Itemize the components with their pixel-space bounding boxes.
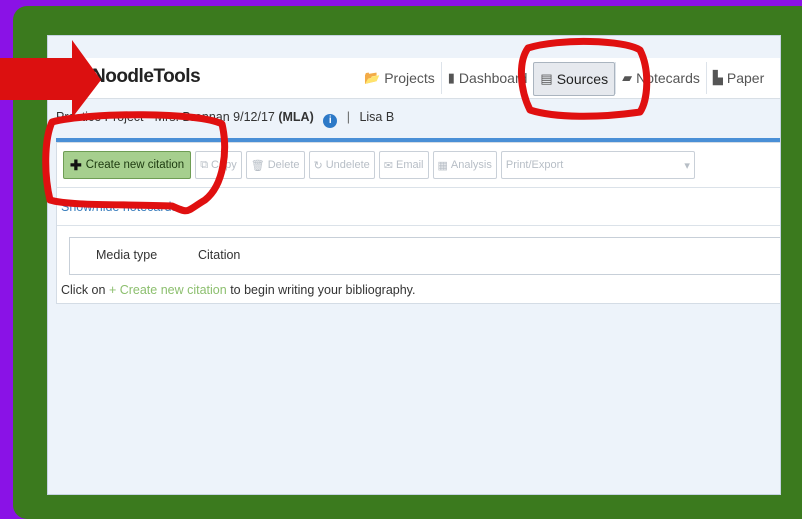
trash-icon: 🗑: [250, 159, 265, 172]
folder-icon: 📂: [364, 70, 381, 85]
hint-after: to begin writing your bibliography.: [226, 283, 416, 297]
delete-button[interactable]: 🗑 Delete: [245, 151, 305, 179]
nav-projects[interactable]: 📂 Projects: [358, 62, 441, 94]
nav-projects-label: Projects: [384, 70, 435, 86]
undo-icon: ↻: [313, 159, 323, 172]
nav-notecards-label: Notecards: [636, 70, 700, 86]
top-navigation-bar: NoodleTools 📂 Projects ▮ Dashboard ▤ Sou…: [48, 58, 780, 99]
nav-sources[interactable]: ▤ Sources: [533, 62, 616, 96]
print-export-label: Print/Export: [505, 159, 564, 171]
user-name: Lisa B: [359, 110, 395, 124]
envelope-icon: ✉: [383, 159, 393, 172]
main-nav: 📂 Projects ▮ Dashboard ▤ Sources ▰ Notec…: [358, 62, 770, 96]
notecards-icon: ▰: [622, 70, 633, 85]
nav-paper[interactable]: ▙ Paper: [705, 62, 770, 94]
citation-toolbar: ✚ Create new citation ⧉ Copy 🗑 Delete ↻ …: [63, 151, 695, 179]
noodletools-logo: NoodleTools: [92, 66, 201, 87]
delete-label: Delete: [267, 159, 300, 171]
project-header: Practice Project - Mrs. Brennan 9/12/17 …: [56, 110, 394, 128]
print-export-dropdown[interactable]: Print/Export ▾: [500, 151, 695, 179]
email-label: Email: [395, 159, 424, 171]
separator: |: [346, 110, 350, 124]
bar-chart-icon: ▮: [447, 70, 455, 85]
nav-dashboard[interactable]: ▮ Dashboard: [440, 62, 534, 94]
create-citation-label: Create new citation: [85, 159, 185, 171]
chart-icon: ▦: [437, 159, 448, 172]
show-hide-notecards-link[interactable]: Show/hide notecards: [61, 200, 178, 214]
empty-state-hint: Click on + Create new citation to begin …: [61, 283, 415, 297]
nav-dashboard-label: Dashboard: [458, 70, 528, 86]
undelete-label: Undelete: [325, 159, 370, 171]
citation-style: (MLA): [278, 110, 314, 124]
copy-icon: ⧉: [200, 158, 209, 171]
hint-before: Click on: [61, 283, 109, 297]
citation-table-header: Media type Citation: [69, 237, 780, 275]
hint-create-link[interactable]: + Create new citation: [109, 283, 227, 297]
sources-panel: ✚ Create new citation ⧉ Copy 🗑 Delete ↻ …: [56, 142, 780, 304]
plus-icon: ✚: [70, 156, 82, 173]
list-icon: ▤: [540, 71, 553, 86]
analysis-label: Analysis: [450, 159, 492, 171]
email-button[interactable]: ✉ Email: [378, 151, 429, 179]
project-title[interactable]: Practice Project - Mrs. Brennan 9/12/17: [56, 110, 275, 124]
info-icon[interactable]: i: [323, 114, 338, 128]
undelete-button[interactable]: ↻ Undelete: [308, 151, 375, 179]
column-citation[interactable]: Citation: [198, 248, 240, 262]
nav-paper-label: Paper: [726, 70, 765, 86]
nav-notecards[interactable]: ▰ Notecards: [615, 62, 706, 94]
create-new-citation-button[interactable]: ✚ Create new citation: [63, 151, 192, 179]
divider: [57, 187, 780, 188]
chevron-down-icon: ▾: [684, 159, 690, 172]
column-media-type[interactable]: Media type: [96, 248, 157, 262]
document-icon: ▙: [712, 70, 723, 85]
copy-label: Copy: [211, 159, 237, 171]
divider: [57, 225, 780, 226]
analysis-button[interactable]: ▦ Analysis: [432, 151, 497, 179]
nav-sources-label: Sources: [556, 71, 609, 87]
copy-button[interactable]: ⧉ Copy: [195, 151, 242, 179]
noodletools-app: NoodleTools 📂 Projects ▮ Dashboard ▤ Sou…: [47, 35, 781, 495]
